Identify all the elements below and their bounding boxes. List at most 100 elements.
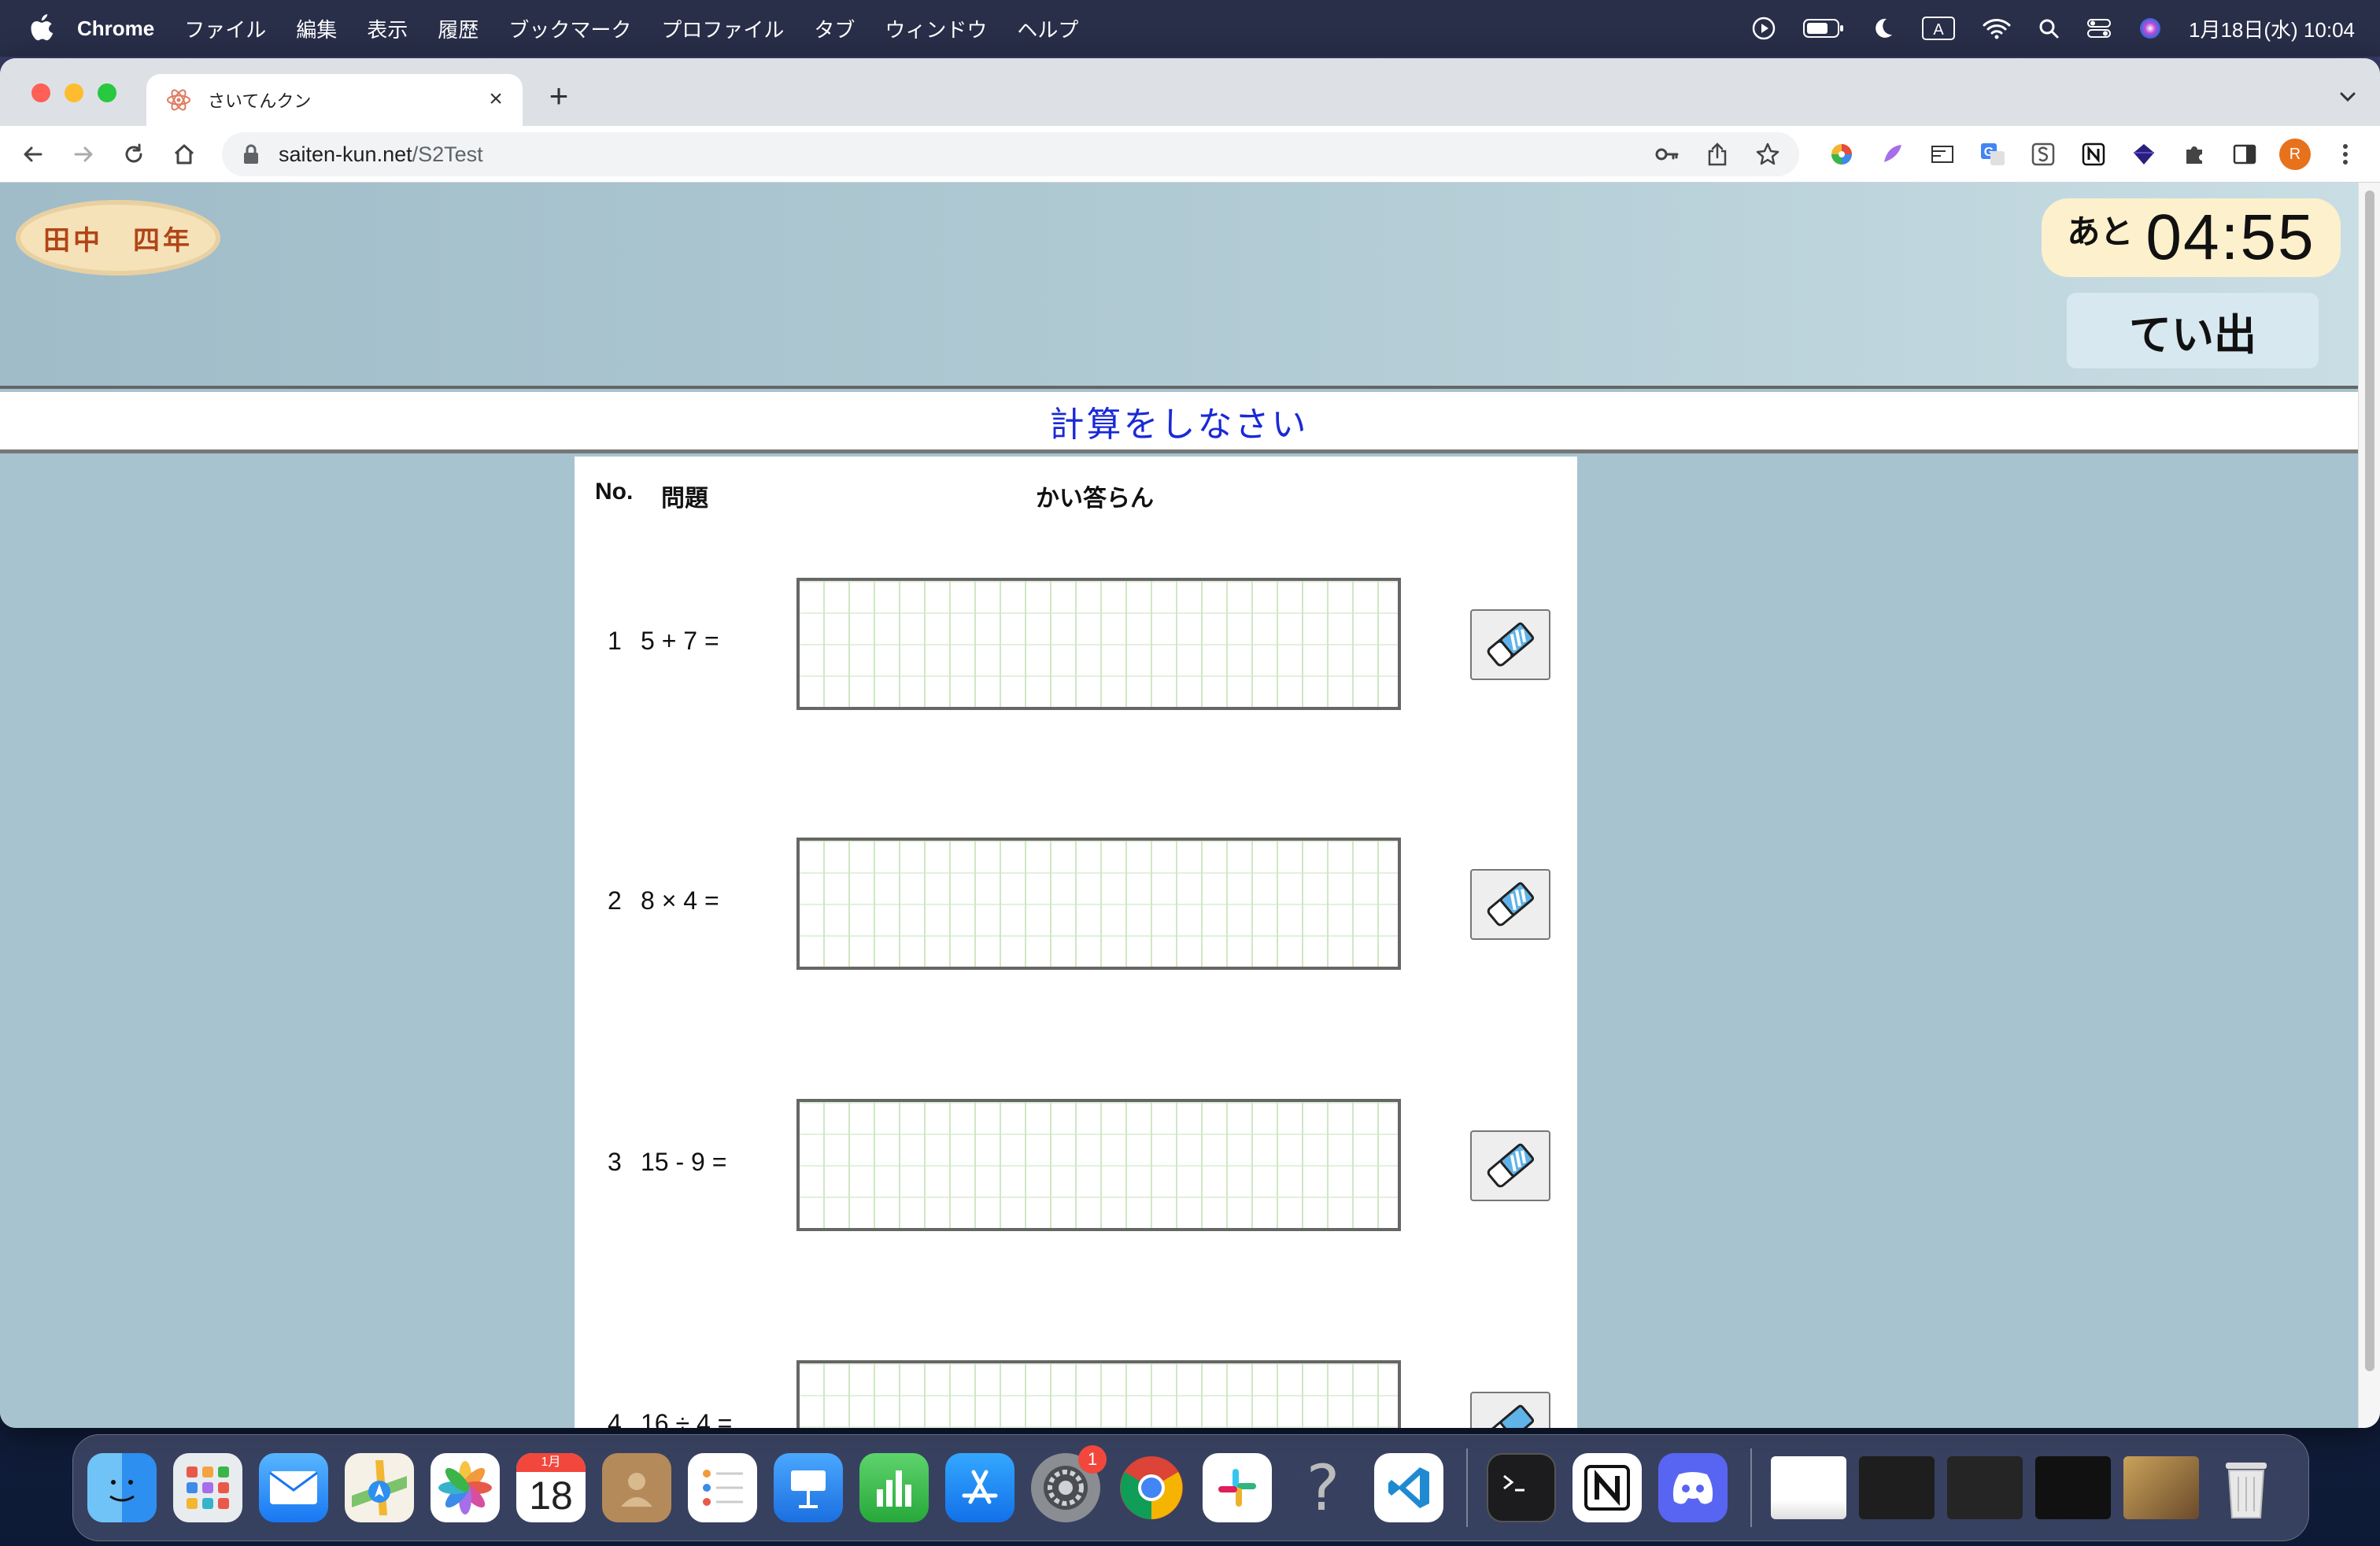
calendar-month: 1月 bbox=[516, 1453, 586, 1472]
profile-avatar[interactable]: R bbox=[2279, 139, 2311, 170]
column-header-problem: 問題 bbox=[661, 486, 708, 512]
control-center-icon[interactable] bbox=[2086, 17, 2112, 39]
more-menu-icon[interactable] bbox=[2330, 139, 2361, 170]
question-text: 15 - 9 = bbox=[641, 1148, 727, 1176]
menu-tab[interactable]: タブ bbox=[814, 14, 855, 43]
back-icon[interactable] bbox=[16, 137, 50, 172]
tab-saitenkun[interactable]: さいてんクン × bbox=[146, 74, 523, 126]
extensions-puzzle-icon[interactable] bbox=[2179, 139, 2210, 170]
play-status-icon[interactable] bbox=[1751, 16, 1776, 41]
dark-diamond-extension-icon[interactable] bbox=[2128, 139, 2160, 170]
tab-strip: さいてんクン × + bbox=[0, 58, 2380, 126]
minimize-window-button[interactable] bbox=[65, 83, 83, 102]
mail-icon[interactable] bbox=[259, 1453, 328, 1522]
maps-icon[interactable] bbox=[345, 1453, 414, 1522]
minimized-vscode-window-1[interactable] bbox=[1859, 1456, 1935, 1519]
answer-drawing-area[interactable] bbox=[796, 1360, 1401, 1428]
password-key-icon[interactable] bbox=[1654, 143, 1680, 165]
input-source-icon[interactable]: A bbox=[1921, 16, 1956, 41]
launchpad-icon[interactable] bbox=[173, 1453, 242, 1522]
submit-button[interactable]: てい出 bbox=[2067, 293, 2319, 368]
lock-icon[interactable] bbox=[242, 144, 260, 165]
battery-icon[interactable] bbox=[1803, 18, 1844, 39]
eraser-button[interactable] bbox=[1470, 1392, 1550, 1428]
question-mark-app-icon[interactable]: ? bbox=[1288, 1452, 1358, 1525]
question-row: 1 5 + 7 = bbox=[575, 578, 1577, 712]
side-panel-icon[interactable] bbox=[2229, 139, 2260, 170]
calendar-day: 18 bbox=[529, 1474, 573, 1518]
tab-search-chevron-icon[interactable] bbox=[2336, 85, 2360, 109]
reminders-icon[interactable] bbox=[688, 1453, 757, 1522]
photos-icon[interactable] bbox=[431, 1453, 500, 1522]
siri-icon[interactable] bbox=[2138, 17, 2162, 40]
terminal-icon[interactable] bbox=[1487, 1453, 1556, 1522]
scrollbar-thumb[interactable] bbox=[2365, 190, 2374, 1371]
home-icon[interactable] bbox=[167, 137, 201, 172]
google-translate-extension-icon[interactable]: G bbox=[1977, 139, 2009, 170]
minimized-chrome-window[interactable] bbox=[2123, 1456, 2199, 1519]
calendar-icon[interactable]: 1月 18 bbox=[516, 1453, 586, 1522]
screen-ruler-extension-icon[interactable] bbox=[1927, 139, 1958, 170]
vscode-icon[interactable] bbox=[1374, 1453, 1443, 1522]
menu-window[interactable]: ウィンドウ bbox=[885, 14, 987, 43]
spotlight-search-icon[interactable] bbox=[2038, 17, 2060, 39]
question-row: 4 16 ÷ 4 = bbox=[575, 1360, 1577, 1428]
menu-view[interactable]: 表示 bbox=[367, 14, 408, 43]
trash-icon[interactable] bbox=[2212, 1453, 2281, 1522]
focus-moon-icon[interactable] bbox=[1871, 17, 1894, 40]
omnibox-actions bbox=[1654, 142, 1780, 167]
notion-extension-icon[interactable] bbox=[2078, 139, 2109, 170]
eraser-button[interactable] bbox=[1470, 609, 1550, 680]
purple-brush-extension-icon[interactable] bbox=[1876, 139, 1908, 170]
tab-close-icon[interactable]: × bbox=[483, 87, 508, 112]
apple-menu-icon[interactable] bbox=[28, 14, 55, 43]
menu-clock[interactable]: 1月18日(水) 10:04 bbox=[2189, 14, 2355, 43]
color-wheel-extension-icon[interactable] bbox=[1826, 139, 1857, 170]
menu-edit[interactable]: 編集 bbox=[296, 14, 337, 43]
answer-drawing-area[interactable] bbox=[796, 838, 1401, 970]
answer-drawing-area[interactable] bbox=[796, 1099, 1401, 1231]
notion-icon[interactable] bbox=[1572, 1453, 1642, 1522]
discord-icon[interactable] bbox=[1658, 1453, 1728, 1522]
menu-profiles[interactable]: プロファイル bbox=[661, 14, 784, 43]
keynote-icon[interactable] bbox=[774, 1453, 843, 1522]
contacts-icon[interactable] bbox=[602, 1453, 671, 1522]
menu-help[interactable]: ヘルプ bbox=[1017, 14, 1078, 43]
chrome-dock-icon[interactable] bbox=[1117, 1453, 1186, 1522]
slack-icon[interactable] bbox=[1203, 1453, 1272, 1522]
page-scrollbar[interactable] bbox=[2358, 183, 2380, 1428]
menu-file[interactable]: ファイル bbox=[184, 14, 266, 43]
app-store-icon[interactable] bbox=[945, 1453, 1014, 1522]
menu-history[interactable]: 履歴 bbox=[438, 14, 479, 43]
eraser-button[interactable] bbox=[1470, 869, 1550, 940]
reload-icon[interactable] bbox=[116, 137, 151, 172]
minimized-discord-window[interactable] bbox=[2035, 1456, 2111, 1519]
window-controls bbox=[31, 83, 116, 102]
s-script-extension-icon[interactable] bbox=[2027, 139, 2059, 170]
minimized-vscode-window-2[interactable] bbox=[1947, 1456, 2023, 1519]
numbers-icon[interactable] bbox=[859, 1453, 929, 1522]
question-row: 2 8 × 4 = bbox=[575, 838, 1577, 971]
url-text[interactable]: saiten-kun.net/S2Test bbox=[279, 142, 483, 167]
new-tab-icon[interactable]: + bbox=[543, 80, 575, 113]
system-settings-icon[interactable]: 1 bbox=[1031, 1445, 1107, 1522]
bookmark-star-icon[interactable] bbox=[1755, 142, 1780, 167]
answer-drawing-area[interactable] bbox=[796, 578, 1401, 710]
address-bar[interactable]: saiten-kun.net/S2Test bbox=[222, 132, 1799, 176]
timer-value: 04:55 bbox=[2145, 202, 2315, 273]
forward-icon[interactable] bbox=[66, 137, 101, 172]
settings-badge: 1 bbox=[1078, 1445, 1107, 1474]
menu-bookmarks[interactable]: ブックマーク bbox=[508, 14, 631, 43]
dock-separator bbox=[1466, 1448, 1468, 1527]
eraser-button[interactable] bbox=[1470, 1130, 1550, 1201]
zoom-window-button[interactable] bbox=[98, 83, 116, 102]
share-icon[interactable] bbox=[1706, 142, 1728, 167]
close-window-button[interactable] bbox=[31, 83, 50, 102]
chrome-window: さいてんクン × + saiten-kun.net/S2Test G R 田中 … bbox=[0, 58, 2380, 1428]
menu-app-chrome[interactable]: Chrome bbox=[77, 17, 154, 41]
question-row: 3 15 - 9 = bbox=[575, 1099, 1577, 1233]
finder-icon[interactable] bbox=[87, 1453, 157, 1522]
wifi-icon[interactable] bbox=[1983, 17, 2011, 39]
minimized-notion-window[interactable] bbox=[1771, 1456, 1846, 1519]
question-text: 8 × 4 = bbox=[641, 886, 719, 915]
